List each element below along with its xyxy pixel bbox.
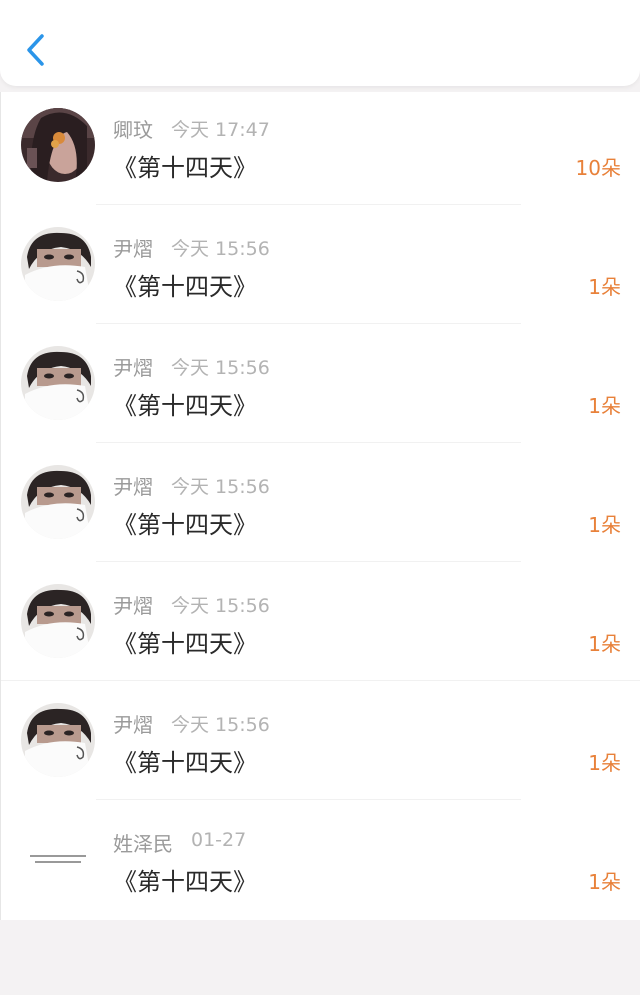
divider <box>96 799 521 800</box>
chevron-left-icon <box>27 34 44 66</box>
timestamp: 01-27 <box>191 829 247 851</box>
sender-name: 尹熠 <box>113 475 153 499</box>
avatar[interactable] <box>21 703 95 777</box>
timestamp: 今天 15:56 <box>171 476 270 498</box>
gift-amount: 1朵 <box>588 751 621 775</box>
list-item[interactable]: 尹熠 今天 15:56 《第十四天》 1朵 <box>1 449 640 568</box>
avatar[interactable] <box>21 227 95 301</box>
timestamp: 今天 17:47 <box>171 119 270 141</box>
article-title: 《第十四天》 <box>113 511 257 539</box>
gift-amount: 1朵 <box>588 632 621 656</box>
timestamp: 今天 15:56 <box>171 714 270 736</box>
article-title: 《第十四天》 <box>113 392 257 420</box>
gift-amount: 1朵 <box>588 513 621 537</box>
avatar[interactable] <box>21 822 95 896</box>
sender-name: 尹熠 <box>113 356 153 380</box>
article-title: 《第十四天》 <box>113 749 257 777</box>
gift-amount: 10朵 <box>575 156 621 180</box>
timestamp: 今天 15:56 <box>171 357 270 379</box>
article-title: 《第十四天》 <box>113 868 257 896</box>
back-button[interactable] <box>16 28 56 72</box>
avatar[interactable] <box>21 346 95 420</box>
sender-name: 尹熠 <box>113 713 153 737</box>
avatar[interactable] <box>21 108 95 182</box>
list-item[interactable]: 姓泽民 01-27 《第十四天》 1朵 <box>1 806 640 925</box>
list-item[interactable]: 尹熠 今天 15:56 《第十四天》 1朵 <box>1 211 640 330</box>
divider <box>96 323 521 324</box>
list-item[interactable]: 尹熠 今天 15:56 《第十四天》 1朵 <box>1 687 640 806</box>
avatar[interactable] <box>21 584 95 658</box>
gift-list-page: 卿玟 今天 17:47 《第十四天》 10朵 尹熠 今天 15:56 《第十四天… <box>0 0 640 995</box>
note-text-line <box>30 855 86 857</box>
sender-name: 尹熠 <box>113 594 153 618</box>
top-bar <box>0 0 640 86</box>
list-item[interactable]: 卿玟 今天 17:47 《第十四天》 10朵 <box>1 92 640 211</box>
timestamp: 今天 15:56 <box>171 595 270 617</box>
article-title: 《第十四天》 <box>113 630 257 658</box>
list-item[interactable]: 尹熠 今天 15:56 《第十四天》 1朵 <box>1 330 640 449</box>
article-title: 《第十四天》 <box>113 154 257 182</box>
sender-name: 卿玟 <box>113 118 153 142</box>
sender-name: 姓泽民 <box>113 832 173 856</box>
timestamp: 今天 15:56 <box>171 238 270 260</box>
list-item[interactable]: 尹熠 今天 15:56 《第十四天》 1朵 <box>1 568 640 687</box>
divider <box>96 561 521 562</box>
note-text-line <box>35 861 81 863</box>
article-title: 《第十四天》 <box>113 273 257 301</box>
gift-amount: 1朵 <box>588 870 621 894</box>
divider <box>96 442 521 443</box>
divider <box>1 680 640 681</box>
sender-name: 尹熠 <box>113 237 153 261</box>
gift-amount: 1朵 <box>588 275 621 299</box>
avatar[interactable] <box>21 465 95 539</box>
gift-record-list: 卿玟 今天 17:47 《第十四天》 10朵 尹熠 今天 15:56 《第十四天… <box>0 92 640 920</box>
divider <box>96 204 521 205</box>
gift-amount: 1朵 <box>588 394 621 418</box>
